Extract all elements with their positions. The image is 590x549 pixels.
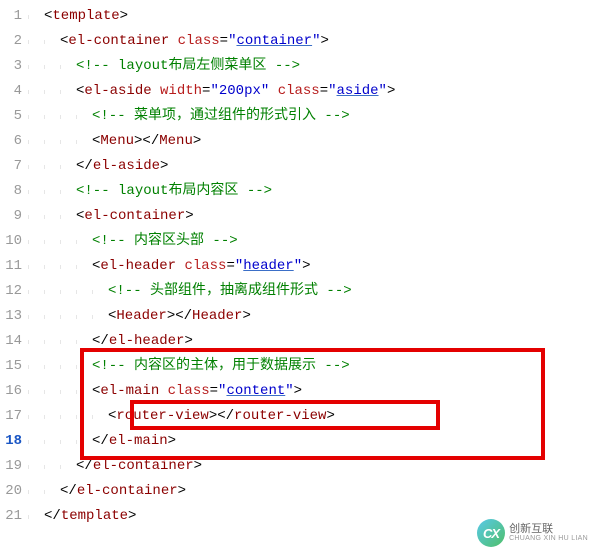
line-gutter: 1 2 3 4 5 6 7 8 9 10 11 12 13 14 15 16 1… [0,4,28,529]
code-area: <template> <el-container class="containe… [28,4,590,529]
code-line: <Menu></Menu> [28,129,590,154]
watermark: 创新互联 CHUANG XIN HU LIAN [477,519,588,547]
code-line: </el-container> [28,479,590,504]
watermark-logo-icon [477,519,505,547]
line-number: 12 [0,279,22,304]
watermark-text-en: CHUANG XIN HU LIAN [509,535,588,542]
code-line: <el-header class="header"> [28,254,590,279]
line-number: 21 [0,504,22,529]
code-line: <!-- 内容区的主体，用于数据展示 --> [28,354,590,379]
watermark-text-cn: 创新互联 [509,524,588,535]
line-number: 15 [0,354,22,379]
code-line: <el-container class="container"> [28,29,590,54]
line-number-current: 18 [0,429,22,454]
code-line: <el-aside width="200px" class="aside"> [28,79,590,104]
code-line: <!-- layout布局左侧菜单区 --> [28,54,590,79]
line-number: 14 [0,329,22,354]
line-number: 11 [0,254,22,279]
line-number: 8 [0,179,22,204]
code-line: <el-container> [28,204,590,229]
code-line: </el-main> [28,429,590,454]
code-line: <template> [28,4,590,29]
line-number: 4 [0,79,22,104]
line-number: 19 [0,454,22,479]
line-number: 13 [0,304,22,329]
line-number: 3 [0,54,22,79]
code-line: </el-header> [28,329,590,354]
code-line: <Header></Header> [28,304,590,329]
line-number: 16 [0,379,22,404]
line-number: 20 [0,479,22,504]
code-line: <el-main class="content"> [28,379,590,404]
line-number: 2 [0,29,22,54]
code-editor: 1 2 3 4 5 6 7 8 9 10 11 12 13 14 15 16 1… [0,0,590,529]
code-line: <router-view></router-view> [28,404,590,429]
line-number: 5 [0,104,22,129]
code-line: </el-container> [28,454,590,479]
code-line: <!-- layout布局内容区 --> [28,179,590,204]
line-number: 6 [0,129,22,154]
line-number: 1 [0,4,22,29]
line-number: 7 [0,154,22,179]
code-line: <!-- 内容区头部 --> [28,229,590,254]
line-number: 9 [0,204,22,229]
code-line: <!-- 菜单项，通过组件的形式引入 --> [28,104,590,129]
line-number: 10 [0,229,22,254]
code-line: <!-- 头部组件，抽离成组件形式 --> [28,279,590,304]
line-number: 17 [0,404,22,429]
code-line: </el-aside> [28,154,590,179]
